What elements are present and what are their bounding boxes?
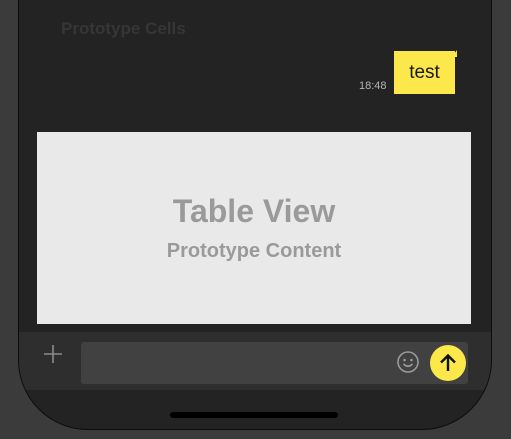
chat-screen: Prototype Cells 18:48 test Table View Pr… xyxy=(18,0,492,430)
table-view-subtitle: Prototype Content xyxy=(166,240,342,262)
input-bar xyxy=(19,332,491,390)
bubble-tail xyxy=(452,50,457,57)
table-view-title: Table View xyxy=(172,193,336,229)
section-header: Prototype Cells xyxy=(61,19,186,38)
send-button[interactable] xyxy=(430,345,466,381)
message-bubble[interactable]: test xyxy=(394,50,457,94)
message-text: test xyxy=(409,61,440,83)
plus-icon[interactable] xyxy=(41,342,65,366)
emoji-icon[interactable] xyxy=(396,350,420,374)
table-view[interactable]: Table View Prototype Content xyxy=(37,132,471,324)
home-indicator xyxy=(170,412,338,418)
message-timestamp: 18:48 xyxy=(359,80,387,92)
arrow-up-icon xyxy=(440,353,456,371)
